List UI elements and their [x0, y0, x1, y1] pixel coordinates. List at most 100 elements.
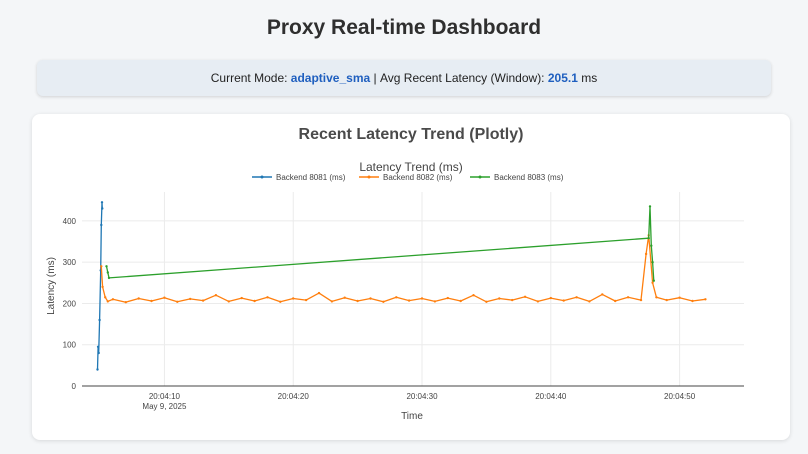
y-tick-label: 300	[63, 258, 77, 267]
series-point-1[interactable]	[446, 296, 449, 300]
x-tick-date-label: May 9, 2025	[142, 402, 187, 411]
series-point-1[interactable]	[472, 294, 475, 297]
series-point-1[interactable]	[317, 291, 321, 295]
latency-label: Avg Recent Latency (Window):	[380, 71, 545, 85]
series-point-0[interactable]	[101, 207, 104, 210]
series-point-0[interactable]	[96, 368, 99, 371]
y-tick-label: 400	[63, 217, 77, 226]
series-point-1[interactable]	[111, 298, 115, 301]
series-point-1[interactable]	[176, 300, 179, 303]
chart-series[interactable]	[96, 201, 707, 371]
series-point-2[interactable]	[650, 244, 653, 247]
mode-label: Current Mode:	[210, 71, 288, 85]
y-tick-label: 200	[63, 299, 77, 308]
series-point-1[interactable]	[498, 297, 501, 300]
x-tick-label: 20:04:20	[278, 392, 310, 401]
latency-chart[interactable]: Latency Trend (ms) Backend 8081 (ms) Back…	[32, 114, 790, 440]
series-point-1[interactable]	[279, 300, 282, 303]
series-point-1[interactable]	[485, 300, 488, 303]
legend-item-1[interactable]: Backend 8082 (ms)	[359, 173, 453, 182]
status-bar: Current Mode: adaptive_sma | Avg Recent …	[37, 60, 771, 96]
series-point-1[interactable]	[562, 299, 565, 302]
series-point-1[interactable]	[644, 252, 648, 256]
series-point-1[interactable]	[395, 296, 398, 299]
series-point-2[interactable]	[647, 237, 650, 240]
series-point-1[interactable]	[253, 299, 256, 303]
x-tick-label: 20:04:10	[149, 392, 181, 401]
legend-item-2[interactable]: Backend 8083 (ms)	[470, 173, 564, 182]
x-tick-label: 20:04:50	[664, 392, 696, 401]
legend-item-0[interactable]: Backend 8081 (ms)	[252, 173, 346, 182]
series-point-0[interactable]	[100, 201, 104, 204]
series-point-1[interactable]	[639, 298, 643, 302]
series-point-1[interactable]	[101, 285, 104, 289]
series-point-1[interactable]	[343, 296, 346, 299]
legend-label-1: Backend 8082 (ms)	[383, 173, 453, 182]
series-point-2[interactable]	[107, 276, 111, 280]
series-point-1[interactable]	[651, 281, 654, 284]
series-point-1[interactable]	[137, 297, 140, 300]
separator: |	[373, 71, 377, 85]
series-point-1[interactable]	[691, 299, 694, 303]
series-point-2[interactable]	[106, 271, 110, 274]
series-point-0[interactable]	[100, 223, 103, 227]
series-point-2[interactable]	[648, 205, 652, 208]
series-point-1[interactable]	[678, 296, 681, 299]
y-tick-label: 100	[63, 341, 77, 350]
series-point-1[interactable]	[214, 294, 218, 297]
latency-value: 205.1	[547, 71, 578, 85]
x-tick-label: 20:04:40	[535, 392, 567, 401]
legend-label-2: Backend 8083 (ms)	[494, 173, 564, 182]
series-point-1[interactable]	[124, 301, 128, 304]
series-point-0[interactable]	[97, 351, 100, 355]
series-point-1[interactable]	[575, 296, 578, 299]
series-point-1[interactable]	[459, 299, 462, 303]
series-point-1[interactable]	[330, 300, 334, 303]
series-point-1[interactable]	[227, 300, 230, 303]
series-point-1[interactable]	[104, 296, 107, 299]
legend-label-0: Backend 8081 (ms)	[276, 173, 346, 182]
series-point-1[interactable]	[150, 299, 153, 303]
series-point-1[interactable]	[106, 300, 110, 303]
series-point-1[interactable]	[163, 296, 166, 299]
series-point-2[interactable]	[105, 265, 108, 268]
series-point-2[interactable]	[651, 261, 654, 264]
series-point-1[interactable]	[292, 297, 295, 300]
series-point-1[interactable]	[369, 297, 372, 300]
y-tick-label: 0	[72, 382, 77, 391]
series-point-1[interactable]	[356, 299, 359, 303]
series-point-1[interactable]	[304, 298, 308, 302]
series-point-1[interactable]	[240, 296, 243, 300]
series-point-2[interactable]	[652, 279, 655, 282]
series-point-1[interactable]	[549, 296, 552, 300]
series-point-1[interactable]	[655, 296, 658, 299]
page-title: Proxy Real-time Dashboard	[266, 16, 542, 39]
series-point-1[interactable]	[523, 295, 527, 298]
series-line-1[interactable]	[100, 234, 706, 303]
series-point-1[interactable]	[201, 299, 205, 302]
series-point-1[interactable]	[626, 296, 630, 299]
series-point-1[interactable]	[588, 300, 591, 303]
series-point-1[interactable]	[614, 299, 617, 303]
series-point-1[interactable]	[601, 293, 604, 296]
series-point-1[interactable]	[420, 297, 424, 300]
series-point-1[interactable]	[100, 265, 103, 268]
chart-legend[interactable]: Backend 8081 (ms) Backend 8082 (ms) Backen…	[252, 173, 564, 182]
x-tick-label: 20:04:30	[406, 392, 438, 401]
series-point-1[interactable]	[433, 300, 437, 303]
legend-marker-1	[367, 175, 371, 179]
x-axis-label: Time	[401, 411, 423, 422]
series-point-1[interactable]	[511, 298, 514, 302]
series-point-1[interactable]	[407, 299, 411, 302]
y-axis-label: Latency (ms)	[46, 257, 57, 315]
series-point-1[interactable]	[536, 300, 540, 303]
series-point-1[interactable]	[189, 297, 192, 301]
series-line-2[interactable]	[105, 205, 655, 281]
series-point-1[interactable]	[382, 300, 385, 303]
series-point-0[interactable]	[96, 345, 100, 348]
series-point-0[interactable]	[98, 318, 101, 322]
series-point-1[interactable]	[266, 296, 269, 299]
series-point-1[interactable]	[665, 298, 668, 302]
mode-value: adaptive_sma	[290, 71, 371, 85]
series-point-1[interactable]	[704, 298, 707, 301]
